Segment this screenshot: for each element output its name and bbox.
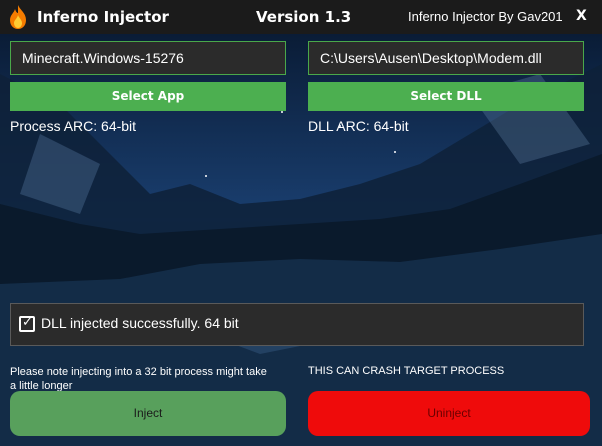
version-label: Version 1.3	[256, 8, 352, 26]
crash-warning: THIS CAN CRASH TARGET PROCESS	[308, 365, 505, 377]
injection-note: Please note injecting into a 32 bit proc…	[10, 366, 267, 392]
uninject-button[interactable]: Uninject	[308, 391, 590, 436]
status-panel: ✓ DLL injected successfully. 64 bit	[10, 303, 584, 346]
status-text: DLL injected successfully. 64 bit	[41, 315, 239, 331]
flame-icon	[10, 5, 26, 29]
title-bar: Inferno Injector Version 1.3 Inferno Inj…	[0, 0, 602, 34]
process-arc-label: Process ARC: 64-bit	[10, 118, 137, 134]
dll-path-field[interactable]	[308, 41, 584, 75]
target-app-field[interactable]	[10, 41, 286, 75]
injector-window: Inferno Injector Version 1.3 Inferno Inj…	[0, 0, 602, 446]
select-app-button[interactable]: Select App	[10, 82, 286, 111]
app-title: Inferno Injector	[37, 8, 169, 26]
check-icon: ✓	[22, 315, 33, 330]
close-button[interactable]: X	[576, 8, 587, 24]
injected-checkbox[interactable]: ✓	[19, 315, 35, 332]
select-dll-button[interactable]: Select DLL	[308, 82, 584, 111]
inject-button[interactable]: Inject	[10, 391, 286, 436]
dll-arc-label: DLL ARC: 64-bit	[308, 118, 409, 134]
credit-label: Inferno Injector By Gav201	[408, 9, 563, 24]
